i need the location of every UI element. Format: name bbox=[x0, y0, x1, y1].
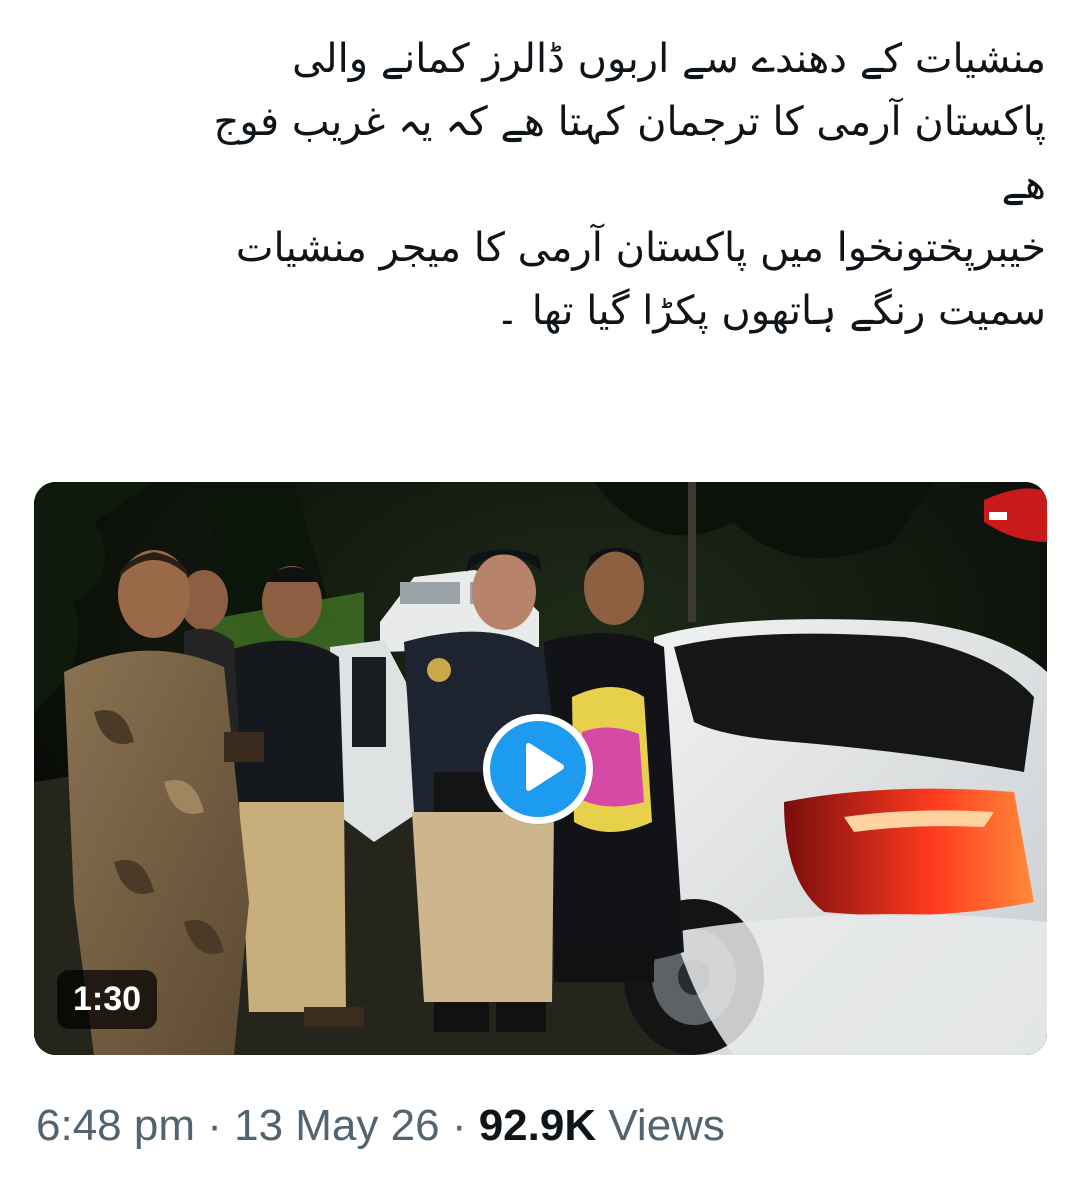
tweet-time[interactable]: 6:48 pm bbox=[36, 1101, 195, 1150]
tweet-text: منشیات کے دھندے سے اربوں ڈالرز کمانے وال… bbox=[30, 28, 1046, 343]
video-duration-badge: 1:30 bbox=[57, 970, 157, 1029]
tweet-text-line: خیبرپختونخوا میں پاکستان آرمی کا میجر من… bbox=[235, 225, 1046, 271]
tweet-text-line: سمیت رنگے ہاتھوں پکڑا گیا تھا ۔ bbox=[495, 288, 1046, 334]
tweet-text-line: منشیات کے دھندے سے اربوں ڈالرز کمانے وال… bbox=[292, 36, 1046, 82]
tweet-text-line: ھے bbox=[1001, 162, 1046, 208]
tweet-date[interactable]: 13 May 26 bbox=[234, 1101, 439, 1150]
play-button-circle bbox=[490, 721, 586, 817]
tweet-text-line: پاکستان آرمی کا ترجمان کہتا ھے کہ یہ غری… bbox=[213, 99, 1046, 145]
play-icon bbox=[526, 743, 564, 791]
views-label: Views bbox=[608, 1101, 725, 1150]
views-count[interactable]: 92.9K bbox=[479, 1101, 596, 1150]
meta-separator: · bbox=[207, 1101, 222, 1150]
video-player[interactable]: 1:30 bbox=[34, 482, 1047, 1055]
tweet-meta: 6:48 pm · 13 May 26 · 92.9K Views bbox=[36, 1096, 725, 1156]
meta-separator: · bbox=[451, 1101, 467, 1150]
play-button[interactable] bbox=[483, 714, 593, 824]
